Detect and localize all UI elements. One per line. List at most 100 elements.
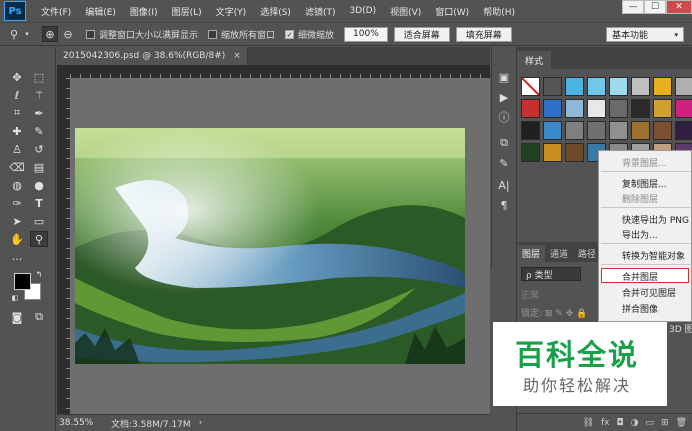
close-tab-icon[interactable]: × [233,51,241,61]
hand-tool-icon[interactable]: ✋ [8,231,26,247]
actions-panel-icon[interactable]: ▶ [496,89,512,105]
gradient-tool-icon[interactable]: ▤ [30,159,48,175]
menu-window[interactable]: 窗口(W) [428,5,476,18]
style-swatch[interactable] [653,77,672,96]
menu-item-merge-layers[interactable]: 合并图层 [622,270,658,283]
brush-tool-icon[interactable]: ✎ [30,123,48,139]
fill-screen-button[interactable]: 填充屏幕 [455,26,512,42]
link-icon[interactable]: ⛓ [583,418,594,428]
menu-item-merge-visible[interactable]: 合并可见图层 [622,286,676,299]
zoom-in-icon[interactable]: ⊕ [42,26,58,42]
adjustment-icon[interactable]: ◑ [631,418,639,428]
zoom-tool-icon[interactable]: ⚲ [30,231,48,247]
style-swatch[interactable] [587,77,606,96]
style-swatch[interactable] [609,99,628,118]
more-tools-icon[interactable]: ··· [8,251,26,267]
menu-filter[interactable]: 滤镜(T) [298,5,343,18]
style-swatch[interactable] [653,121,672,140]
mask-icon[interactable]: ◘ [617,418,624,428]
new-layer-icon[interactable]: ⊞ [661,418,669,428]
style-swatch-none[interactable] [521,77,540,96]
maximize-button[interactable]: ☐ [644,0,666,14]
menu-3d[interactable]: 3D(D) [342,6,383,16]
menu-layer[interactable]: 图层(L) [165,5,209,18]
style-swatch[interactable] [609,77,628,96]
eraser-tool-icon[interactable]: ⌫ [8,159,26,175]
resize-windows-checkbox[interactable]: 调整窗口大小以满屏显示 [86,28,198,41]
style-swatch[interactable] [543,121,562,140]
style-swatch[interactable] [675,77,692,96]
document-tab[interactable]: 2015042306.psd @ 38.6%(RGB/8#) × [57,47,248,65]
trash-icon[interactable]: 🗑 [676,418,687,428]
clone-stamp-icon[interactable]: ♙ [8,141,26,157]
menu-item-duplicate-layer[interactable]: 复制图层... [622,177,667,190]
zoom-all-checkbox[interactable]: 缩放所有窗口 [208,28,275,41]
style-swatch[interactable] [587,121,606,140]
menu-edit[interactable]: 编辑(E) [78,5,123,18]
default-colors-icon[interactable]: ◧ [10,293,20,303]
close-button[interactable]: ✕ [666,0,692,14]
magic-wand-icon[interactable]: ⚚ [30,87,48,103]
scrubby-zoom-checkbox[interactable]: ✓ 细微缩放 [285,28,334,41]
brush-panel-icon[interactable]: ✎ [496,155,512,171]
canvas-area[interactable] [70,78,490,414]
eyedropper-icon[interactable]: ✒ [30,105,48,121]
crop-tool-icon[interactable]: ⌗ [8,105,26,121]
history-brush-icon[interactable]: ↺ [30,141,48,157]
style-swatch[interactable] [609,121,628,140]
style-swatch[interactable] [675,121,692,140]
style-swatch[interactable] [521,143,540,162]
screen-mode-icon[interactable]: ⧉ [30,309,48,325]
fx-icon[interactable]: fx [601,418,610,428]
menu-item-background-layer[interactable]: 背景图层... [622,156,667,169]
forest-river-photo[interactable] [75,128,465,364]
folder-icon[interactable]: ▭ [646,418,655,428]
menu-item-delete-layer[interactable]: 删除图层 [622,192,658,205]
magnifier-icon[interactable]: ⚲ [6,26,22,42]
style-swatch[interactable] [631,99,650,118]
menu-help[interactable]: 帮助(H) [476,5,522,18]
marquee-tool-icon[interactable]: ⬚ [30,69,48,85]
menu-item-flatten-image[interactable]: 拼合图像 [622,302,658,315]
shape-tool-icon[interactable]: ▭ [30,213,48,229]
style-swatch[interactable] [653,99,672,118]
menu-image[interactable]: 图像(I) [123,5,165,18]
style-swatch[interactable] [521,121,540,140]
clone-source-icon[interactable]: ⧉ [496,135,512,151]
healing-brush-icon[interactable]: ✚ [8,123,26,139]
style-swatch[interactable] [521,99,540,118]
tab-channels[interactable]: 通道 [545,245,573,262]
tab-paths[interactable]: 路径 [573,245,601,262]
layer-filter-select[interactable]: ρ 类型 [521,267,581,281]
tab-layers[interactable]: 图层 [517,245,546,262]
menu-type[interactable]: 文字(Y) [209,5,254,18]
style-swatch[interactable] [631,121,650,140]
foreground-color-swatch[interactable] [14,273,31,290]
menu-select[interactable]: 选择(S) [253,5,298,18]
zoom-readout[interactable]: 38.55% [57,418,93,428]
history-panel-icon[interactable]: ▣ [496,69,512,85]
menu-item-export-as[interactable]: 导出为... [622,228,658,241]
paragraph-panel-icon[interactable]: ¶ [496,197,512,213]
blur-tool-icon[interactable]: ◍ [8,177,26,193]
menu-file[interactable]: 文件(F) [34,5,78,18]
chevron-down-icon[interactable]: ▾ [22,26,32,42]
move-tool-icon[interactable]: ✥ [8,69,26,85]
pen-tool-icon[interactable]: ✑ [8,195,26,211]
lasso-tool-icon[interactable]: ℓ [8,87,26,103]
lock-controls[interactable]: 锁定: ⊠ ✎ ✥ 🔒 [521,306,587,319]
menu-item-quick-export-png[interactable]: 快速导出为 PNG [622,213,689,226]
style-swatch[interactable] [543,77,562,96]
zoom-out-icon[interactable]: ⊖ [60,26,76,42]
menu-item-convert-smart-object[interactable]: 转换为智能对象 [622,249,685,262]
style-swatch[interactable] [565,121,584,140]
style-swatch[interactable] [543,143,562,162]
menu-view[interactable]: 视图(V) [383,5,428,18]
status-menu-arrow[interactable]: › [199,418,203,428]
character-panel-icon[interactable]: A| [496,177,512,193]
style-swatch[interactable] [543,99,562,118]
swap-colors-icon[interactable]: ↰ [34,269,44,279]
quick-mask-icon[interactable]: ◙ [8,309,26,325]
style-swatch[interactable] [631,77,650,96]
blend-mode-select[interactable]: 正常 [521,288,539,301]
